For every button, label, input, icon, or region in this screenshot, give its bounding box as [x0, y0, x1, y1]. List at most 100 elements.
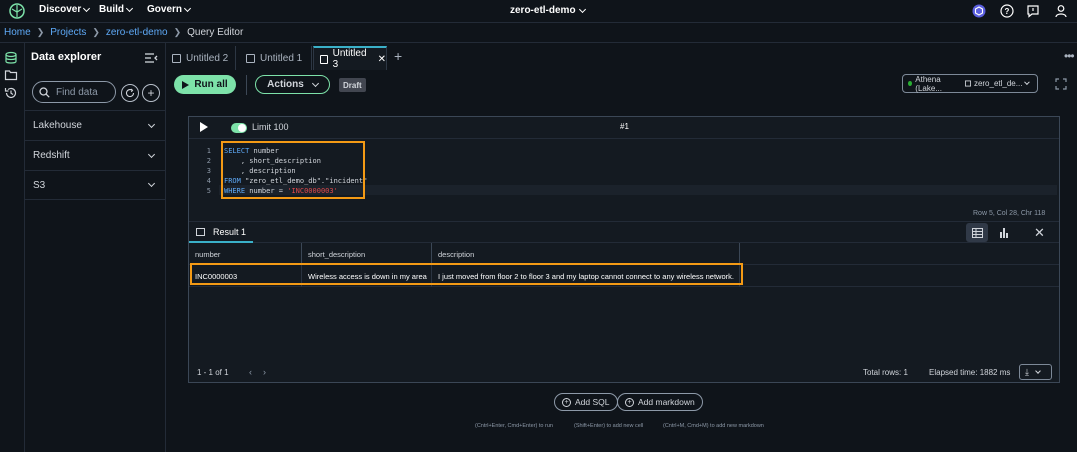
project-selector-label: zero-etl-demo	[510, 5, 576, 16]
data-explorer-title: Data explorer	[31, 51, 102, 63]
table-view-button[interactable]	[966, 223, 988, 242]
notebook-icon	[320, 54, 328, 64]
chevron-down-icon	[1035, 367, 1041, 374]
app-logo-icon[interactable]	[9, 3, 25, 19]
add-markdown-label: Add markdown	[638, 397, 695, 407]
query-highlight-box	[221, 141, 365, 199]
query-editor-main: Untitled 2 Untitled 1 Untitled 3 ✕ + ••• …	[166, 43, 1077, 452]
tab-result-1[interactable]: Result 1	[189, 222, 253, 243]
menu-discover[interactable]: Discover	[39, 4, 91, 15]
menu-govern-label: Govern	[147, 4, 183, 15]
add-markdown-button[interactable]: + Add markdown	[617, 393, 703, 411]
connection-label: Athena (Lake...	[915, 74, 942, 93]
line-number: 4	[206, 177, 211, 185]
run-all-button[interactable]: Run all	[174, 75, 236, 94]
chevron-down-icon	[1024, 79, 1030, 85]
close-results-icon[interactable]: ✕	[1034, 225, 1045, 241]
user-icon[interactable]	[1054, 4, 1068, 18]
section-lakehouse[interactable]: Lakehouse	[25, 110, 166, 140]
actions-dropdown[interactable]: Actions	[255, 75, 330, 94]
folder-icon[interactable]	[4, 68, 18, 82]
breadcrumb-separator-icon: ❯	[36, 27, 45, 37]
tab-untitled-1[interactable]: Untitled 1	[240, 46, 312, 70]
menu-build-label: Build	[99, 4, 124, 15]
database-label: zero_etl_de...	[973, 79, 1023, 88]
tab-untitled-3[interactable]: Untitled 3 ✕	[313, 46, 387, 70]
tab-untitled-2[interactable]: Untitled 2	[166, 46, 236, 70]
prev-page-icon[interactable]: ‹	[249, 367, 252, 377]
cell-toolbar: Limit 100 #1	[189, 117, 1059, 139]
line-number: 2	[206, 157, 211, 165]
menu-build[interactable]: Build	[99, 4, 134, 15]
connection-status-icon	[908, 81, 913, 86]
sql-editor[interactable]: 1 2 3 4 5 SELECT number , short_descript…	[189, 141, 1059, 206]
fullscreen-icon[interactable]	[1055, 78, 1067, 90]
next-page-icon[interactable]: ›	[263, 367, 266, 377]
project-selector[interactable]: zero-etl-demo	[510, 5, 586, 16]
download-dropdown[interactable]: ⤓	[1019, 364, 1052, 380]
row-highlight-box	[190, 263, 743, 285]
section-redshift[interactable]: Redshift	[25, 140, 166, 170]
section-s3[interactable]: S3	[25, 170, 166, 200]
notebook-icon	[172, 53, 181, 63]
database-icon[interactable]	[4, 51, 18, 65]
plus-icon: +	[147, 86, 155, 100]
column-header[interactable]: short_description	[302, 243, 432, 265]
bar-chart-icon	[1000, 227, 1008, 238]
database-icon	[964, 80, 971, 87]
line-number: 3	[206, 167, 211, 175]
close-tab-icon[interactable]: ✕	[378, 54, 386, 65]
more-options-icon[interactable]: •••	[1064, 49, 1075, 63]
breadcrumb-separator-icon: ❯	[92, 27, 100, 37]
sql-cell: Limit 100 #1 1 2 3 4 5 SELECT number , s…	[188, 116, 1060, 383]
line-number: 1	[206, 147, 211, 155]
results-tab-bar: Result 1 ✕	[189, 221, 1059, 243]
download-icon: ⤓	[1025, 366, 1029, 377]
collapse-panel-icon[interactable]	[144, 52, 158, 64]
run-cell-icon[interactable]	[200, 122, 208, 132]
breadcrumb-current: Query Editor	[187, 27, 244, 38]
refresh-icon	[125, 88, 135, 98]
search-icon	[39, 86, 50, 98]
section-redshift-label: Redshift	[33, 150, 70, 161]
chevron-down-icon	[125, 4, 134, 12]
column-header[interactable]: number	[189, 243, 302, 265]
top-nav: Discover Build Govern zero-etl-demo ?	[0, 0, 1077, 23]
profile-badge-icon[interactable]	[972, 4, 986, 18]
run-all-label: Run all	[194, 79, 228, 90]
find-data-search	[32, 81, 116, 103]
notebook-toolbar: Run all Actions Draft Athena (Lake... ze…	[166, 71, 1077, 97]
elapsed-time: Elapsed time: 1882 ms	[929, 368, 1011, 377]
data-explorer-panel: Data explorer + Lakehouse Redshift S3	[25, 43, 166, 452]
column-header[interactable]: description	[432, 243, 740, 265]
play-icon	[182, 80, 190, 89]
add-data-button[interactable]: +	[142, 84, 160, 102]
breadcrumb-projects[interactable]: Projects	[50, 27, 86, 38]
refresh-button[interactable]	[121, 84, 139, 102]
chart-view-button[interactable]	[993, 223, 1015, 242]
section-lakehouse-label: Lakehouse	[33, 120, 82, 131]
chevron-down-icon	[147, 179, 156, 188]
breadcrumb-project[interactable]: zero-etl-demo	[106, 27, 168, 38]
table-icon	[196, 227, 205, 236]
tab-label: Untitled 2	[186, 52, 229, 64]
help-icon[interactable]: ?	[1000, 4, 1014, 18]
breadcrumb-home[interactable]: Home	[4, 27, 31, 38]
limit-toggle[interactable]	[231, 123, 247, 133]
actions-label: Actions	[267, 79, 304, 90]
results-footer: 1 - 1 of 1 ‹ › Total rows: 1 Elapsed tim…	[189, 363, 1059, 383]
limit-label: Limit 100	[252, 122, 289, 132]
add-sql-button[interactable]: + Add SQL	[554, 393, 618, 411]
history-icon[interactable]	[4, 86, 18, 100]
menu-govern[interactable]: Govern	[147, 4, 192, 15]
find-data-input[interactable]	[56, 86, 110, 98]
line-number: 5	[206, 187, 211, 195]
plus-circle-icon: +	[562, 397, 571, 407]
feedback-icon[interactable]	[1026, 4, 1040, 18]
new-tab-button[interactable]: +	[394, 48, 402, 64]
cell-number: #1	[620, 122, 629, 131]
connection-selector[interactable]: Athena (Lake... zero_etl_de...	[902, 74, 1038, 93]
cursor-position: Row 5, Col 28, Chr 118	[973, 210, 1046, 217]
add-sql-label: Add SQL	[575, 397, 610, 407]
chevron-down-icon	[147, 120, 156, 128]
